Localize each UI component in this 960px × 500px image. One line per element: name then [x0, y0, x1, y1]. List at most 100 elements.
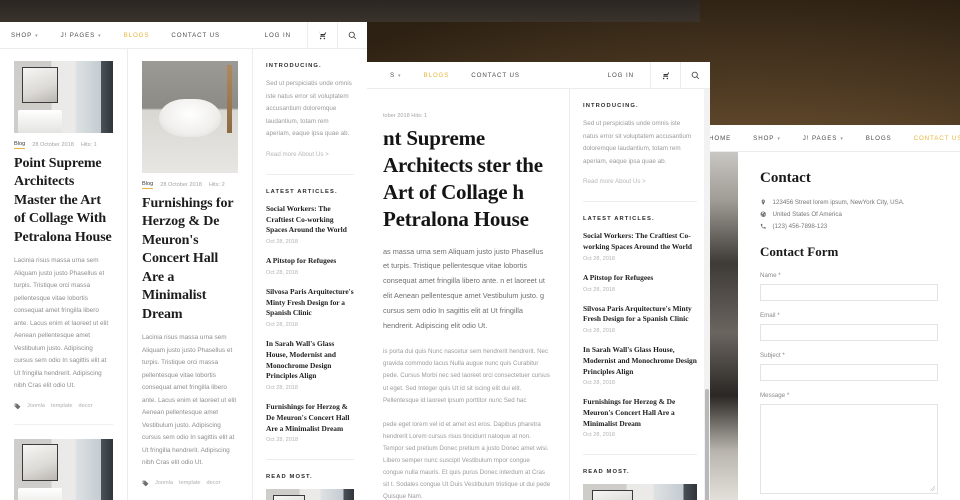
introducing-heading: INTRODUCING. — [583, 103, 639, 109]
post-title[interactable]: Point Supreme Architects Master the Art … — [14, 155, 113, 247]
nav-label: HOME — [709, 134, 732, 142]
latest-article-title: Social Workers: The Craftiest Co-working… — [266, 203, 347, 235]
list-item[interactable]: Furnishings for Herzog & De Meuron's Con… — [583, 397, 697, 438]
nav-item-contact-us[interactable]: CONTACT US — [903, 135, 960, 142]
article-meta-text: tober 2018 Hits: 1 — [383, 113, 428, 119]
read-most-heading: READ MOST. — [266, 474, 313, 481]
window-blog-list[interactable]: SHOP ▾ J! PAGES ▾ BLOGS CONTACT US LOG IN — [0, 22, 367, 500]
nav-item-contact-us[interactable]: CONTACT US — [160, 32, 231, 39]
nav-item-shop[interactable]: SHOP ▾ — [742, 135, 792, 142]
tag[interactable]: Joomla — [155, 480, 173, 486]
contact-detail-country: United States Of America — [760, 211, 938, 218]
window-contact[interactable]: HOME SHOP ▾ J! PAGES ▾ BLOGS CONTACT US Co… — [690, 125, 960, 500]
bloglist-column-1: Blog 28 October 2018 Hits: 1 Point Supre… — [0, 49, 128, 500]
name-field[interactable] — [760, 284, 938, 301]
post-thumbnail[interactable] — [142, 61, 238, 173]
list-item[interactable]: Silvosa Paris Arquitecture's Minty Fresh… — [583, 304, 697, 334]
phone-icon — [760, 224, 766, 229]
post-thumbnail[interactable] — [14, 61, 113, 133]
list-item[interactable]: Silvosa Paris Arquitecture's Minty Fresh… — [266, 287, 354, 328]
read-more-about-us-link[interactable]: Read more About Us > — [266, 151, 354, 158]
bloglist-navbar-right[interactable]: LOG IN — [249, 22, 367, 48]
post-category[interactable]: Blog — [14, 141, 26, 149]
post-thumbnail[interactable] — [14, 438, 113, 500]
nav-item-contact-us[interactable]: CONTACT US — [460, 72, 531, 79]
tag[interactable]: decor — [207, 480, 221, 486]
list-item[interactable]: Furnishings for Herzog & De Meuron's Con… — [266, 402, 354, 443]
nav-label: SHOP — [11, 31, 33, 39]
read-most-thumbnail[interactable] — [583, 484, 697, 500]
tag-icon — [142, 480, 149, 487]
bloglist-navbar[interactable]: SHOP ▾ J! PAGES ▾ BLOGS CONTACT US LOG IN — [0, 22, 367, 49]
tag[interactable]: template — [179, 480, 200, 486]
login-button[interactable]: LOG IN — [249, 32, 307, 39]
nav-label: J! PAGES — [802, 134, 838, 142]
window-article[interactable]: S ▾ BLOGS CONTACT US LOG IN tober 2018 H… — [365, 62, 710, 500]
nav-item-shop[interactable]: SHOP ▾ — [0, 32, 50, 39]
map-pin-icon — [761, 199, 765, 206]
article-navbar-right[interactable]: LOG IN — [592, 62, 710, 88]
search-button[interactable] — [337, 22, 367, 48]
contact-detail-address: 123456 Street lorem ipsum, NewYork City,… — [760, 199, 938, 206]
tag[interactable]: template — [51, 403, 72, 409]
post-category[interactable]: Blog — [142, 181, 154, 189]
latest-article-date: Oct 28, 2018 — [583, 328, 616, 335]
introducing-text: Sed ut perspiciatis unde omnis iste natu… — [266, 80, 352, 138]
tag[interactable]: decor — [79, 403, 93, 409]
search-icon — [348, 31, 357, 39]
vertical-scrollbar[interactable] — [704, 89, 710, 500]
scrollbar-thumb[interactable] — [705, 389, 709, 500]
bloglist-column-2: Blog 28 October 2018 Hits: 2 Furnishings… — [128, 49, 253, 500]
article-title: nt Supreme Architects ster the Art of Co… — [383, 126, 543, 231]
nav-item-jpages[interactable]: J! PAGES ▾ — [792, 135, 855, 142]
latest-article-title: Social Workers: The Craftiest Co-working… — [583, 231, 692, 252]
latest-article-title: Furnishings for Herzog & De Meuron's Con… — [583, 397, 676, 428]
list-item[interactable]: Blog 28 October 2018 Hits: 2 Furnishings… — [142, 61, 238, 500]
list-item[interactable]: Blog 28 October 2018 Hits: 0 Beautiful T… — [14, 438, 113, 500]
login-button[interactable]: LOG IN — [592, 72, 650, 79]
nav-item-blogs[interactable]: BLOGS — [113, 32, 161, 39]
email-field[interactable] — [760, 324, 938, 341]
post-title[interactable]: Furnishings for Herzog & De Meuron's Con… — [142, 195, 238, 324]
list-item[interactable]: A Pitstop for Refugees Oct 28, 2018 — [266, 256, 354, 276]
list-item[interactable]: In Sarah Wall's Glass House, Modernist a… — [583, 345, 697, 386]
read-more-about-us-link[interactable]: Read more About Us > — [583, 178, 697, 185]
read-most-heading: READ MOST. — [583, 469, 630, 476]
list-item[interactable]: Social Workers: The Craftiest Co-working… — [583, 231, 697, 261]
chevron-down-icon: ▾ — [398, 72, 402, 79]
latest-article-date: Oct 28, 2018 — [583, 286, 616, 293]
article-main: tober 2018 Hits: 1 nt Supreme Architects… — [365, 89, 570, 500]
list-item[interactable]: Blog 28 October 2018 Hits: 1 Point Supre… — [14, 61, 113, 425]
post-tags: Joomla template decor — [142, 480, 238, 487]
introducing-text: Sed ut perspiciatis unde omnis iste natu… — [583, 120, 692, 165]
read-most-thumbnail[interactable] — [266, 489, 354, 500]
article-navbar[interactable]: S ▾ BLOGS CONTACT US LOG IN — [365, 62, 710, 89]
subject-field[interactable] — [760, 364, 938, 381]
contact-detail-phone: (123) 456-7898-123 — [760, 223, 938, 230]
latest-article-date: Oct 28, 2018 — [583, 380, 616, 387]
contact-address-text: 123456 Street lorem ipsum, NewYork City,… — [772, 199, 905, 206]
nav-item-blogs[interactable]: BLOGS — [855, 135, 903, 142]
contact-content: Contact 123456 Street lorem ipsum, NewYo… — [738, 152, 960, 500]
nav-item-jpages[interactable]: S ▾ — [379, 72, 412, 79]
list-item[interactable]: Social Workers: The Craftiest Co-working… — [266, 204, 354, 245]
chevron-down-icon: ▾ — [35, 32, 39, 39]
post-hits: Hits: 1 — [80, 142, 97, 148]
list-item[interactable]: A Pitstop for Refugees Oct 28, 2018 — [583, 273, 697, 293]
tag-icon — [14, 403, 21, 410]
article-meta: tober 2018 Hits: 1 — [383, 113, 551, 119]
bloglist-sidebar: INTRODUCING. Sed ut perspiciatis unde om… — [253, 49, 367, 500]
search-button[interactable] — [680, 62, 710, 88]
chevron-down-icon: ▾ — [98, 32, 102, 39]
cart-button[interactable] — [307, 22, 337, 48]
message-field[interactable] — [760, 404, 938, 494]
cart-button[interactable] — [650, 62, 680, 88]
latest-article-date: Oct 28, 2018 — [583, 255, 616, 262]
tag[interactable]: Joomla — [27, 403, 45, 409]
nav-item-blogs[interactable]: BLOGS — [412, 72, 460, 79]
contact-navbar[interactable]: HOME SHOP ▾ J! PAGES ▾ BLOGS CONTACT US — [690, 125, 960, 152]
nav-item-jpages[interactable]: J! PAGES ▾ — [50, 32, 113, 39]
list-item[interactable]: In Sarah Wall's Glass House, Modernist a… — [266, 339, 354, 391]
chevron-down-icon: ▾ — [840, 135, 844, 142]
nav-label: S — [390, 71, 396, 79]
